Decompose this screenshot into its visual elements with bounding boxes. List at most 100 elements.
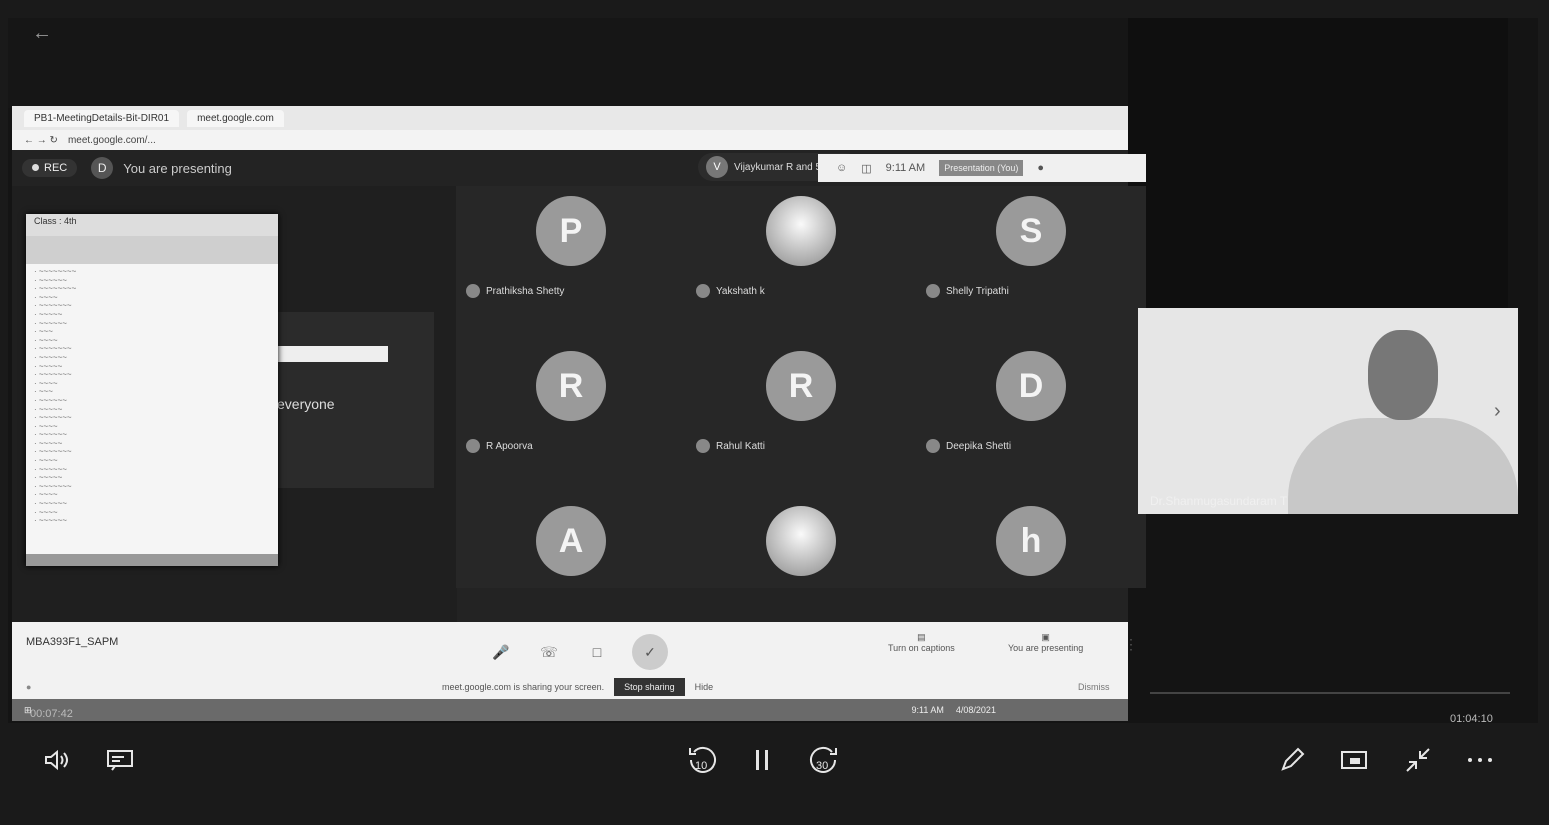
captions-label: Turn on captions	[888, 643, 955, 653]
minimize-icon[interactable]	[1398, 740, 1438, 780]
address-text: meet.google.com/...	[67, 134, 156, 146]
participant-tile: D Deepika Shetti	[916, 341, 1146, 496]
participant-avatar: P	[536, 196, 606, 266]
document-list: · ~~~~~~~~ · ~~~~~~ · ~~~~~~~~ · ~~~~ · ~~~~…	[34, 267, 77, 526]
presenter-avatar: D	[91, 157, 114, 179]
chat-icon[interactable]: ◫	[861, 162, 871, 175]
shared-everyone-text: everyone	[277, 396, 335, 412]
os-taskbar: ⊞ 9:11 AM 4/08/2021	[12, 699, 1128, 721]
mic-off-icon	[696, 284, 710, 298]
participant-tile: R R Apoorva	[456, 341, 686, 496]
more-icon[interactable]	[1460, 740, 1500, 780]
participant-photo	[766, 506, 836, 576]
mic-off-icon	[696, 439, 710, 453]
captions-button[interactable]: ▤ Turn on captions	[888, 632, 955, 653]
camera-icon[interactable]: □	[584, 639, 610, 665]
pause-icon[interactable]	[742, 740, 782, 780]
recorded-screen: ← PB1-MeetingDetails-Bit-DIR01 meet.goog…	[8, 18, 1538, 723]
participant-photo	[766, 196, 836, 266]
subtitles-icon[interactable]	[100, 740, 140, 780]
present-button[interactable]: ▣ You are presenting	[1008, 632, 1083, 653]
participant-tile: A	[456, 496, 686, 588]
participant-tile: P Prathiksha Shetty	[456, 186, 686, 341]
meeting-code[interactable]: MBA393F1_SAPM	[26, 636, 118, 648]
meet-header: REC D You are presenting V Vijaykumar R …	[12, 150, 1146, 186]
mic-off-icon	[466, 284, 480, 298]
rewind-label: 10	[695, 760, 707, 772]
progress-bar[interactable]	[1150, 692, 1510, 694]
share-banner: meet.google.com is sharing your screen. …	[442, 678, 713, 696]
captions-icon: ▤	[917, 632, 926, 642]
participant-tile	[686, 496, 916, 588]
document-title: Class : 4th	[26, 214, 278, 236]
top-dark-band	[8, 18, 1128, 108]
document-window: Class : 4th · ~~~~~~~~ · ~~~~~~ · ~~~~~~~~…	[26, 214, 278, 566]
pen-icon[interactable]	[1272, 740, 1312, 780]
hide-button[interactable]: Hide	[695, 682, 714, 692]
participant-label: Prathiksha Shetty	[466, 284, 564, 298]
forward-30-icon[interactable]: 30	[804, 740, 844, 780]
present-icon: ▣	[1041, 632, 1050, 642]
speaker-head	[1368, 330, 1438, 420]
participant-avatar: R	[766, 351, 836, 421]
right-dark-panel	[1128, 18, 1508, 308]
stop-sharing-button[interactable]: Stop sharing	[614, 678, 685, 696]
participant-name: Prathiksha Shetty	[486, 285, 565, 297]
back-arrow-icon[interactable]: ←	[32, 22, 52, 45]
participant-label: Yakshath k	[696, 284, 765, 298]
total-time: 01:04:10	[1450, 713, 1493, 725]
participant-avatar: A	[536, 506, 606, 576]
present-label: You are presenting	[1008, 643, 1084, 653]
presenting-status: You are presenting	[123, 160, 232, 176]
participant-label: Deepika Shetti	[926, 439, 1011, 453]
hangup-icon[interactable]: ☏	[536, 639, 562, 665]
share-banner-text: meet.google.com is sharing your screen.	[442, 682, 605, 692]
participant-name: Shelly Tripathi	[946, 285, 1009, 297]
rec-badge: REC	[22, 159, 78, 177]
mic-off-icon	[466, 439, 480, 453]
header-right-controls: ☺ ◫ 9:11 AM Presentation (You) ●	[818, 154, 1146, 182]
participant-name: Yakshath k	[716, 285, 765, 297]
participant-avatar: h	[996, 506, 1066, 576]
nav-arrows-icon[interactable]: ← → ↻	[24, 135, 58, 146]
notification-text: ●	[26, 682, 32, 692]
participant-avatar: R	[536, 351, 606, 421]
document-header	[26, 236, 278, 264]
shared-screen-area: everyone Class : 4th · ~~~~~~~~ · ~~~~~~ ·…	[12, 186, 457, 622]
participant-avatar: D	[996, 351, 1066, 421]
participant-grid: P Prathiksha Shetty Yakshath k S Shelly …	[456, 186, 1146, 588]
rec-label: REC	[44, 162, 68, 174]
participant-tile: R Rahul Katti	[686, 341, 916, 496]
browser-tabbar: PB1-MeetingDetails-Bit-DIR01 meet.google…	[12, 106, 1128, 130]
speaker-body	[1288, 418, 1518, 514]
participant-tile: Yakshath k	[686, 186, 916, 341]
browser-tab-2[interactable]: meet.google.com	[187, 109, 284, 127]
browser-tab-1[interactable]: PB1-MeetingDetails-Bit-DIR01	[24, 109, 180, 127]
people-icon[interactable]: ☺	[836, 162, 847, 174]
participant-tile: S Shelly Tripathi	[916, 186, 1146, 341]
meet-window: REC D You are presenting V Vijaykumar R …	[12, 150, 1146, 721]
dismiss-button[interactable]: Dismiss	[1078, 682, 1110, 692]
mic-off-icon	[926, 284, 940, 298]
volume-icon[interactable]	[38, 740, 78, 780]
participant-tile: h	[916, 496, 1146, 588]
presentation-badge[interactable]: Presentation (You)	[939, 160, 1024, 176]
mic-icon[interactable]: 🎤	[488, 639, 514, 665]
document-footer	[26, 554, 278, 566]
participant-label: Rahul Katti	[696, 439, 765, 453]
chevron-right-icon[interactable]: ›	[1494, 400, 1501, 423]
participant-name: Rahul Katti	[716, 440, 765, 452]
address-bar[interactable]: ← → ↻ meet.google.com/...	[12, 130, 1128, 150]
elapsed-time: 00:07:42	[30, 708, 73, 720]
rewind-10-icon[interactable]: 10	[682, 740, 722, 780]
more-options-icon[interactable]: ⋮	[1124, 636, 1138, 653]
participant-label: Shelly Tripathi	[926, 284, 1009, 298]
participant-name: R Apoorva	[486, 440, 533, 452]
cast-icon[interactable]	[1334, 740, 1374, 780]
taskbar-date: 4/08/2021	[955, 705, 996, 715]
participant-avatar: S	[996, 196, 1066, 266]
raise-hand-icon[interactable]: ✓	[632, 634, 668, 670]
user-avatar-icon[interactable]: ●	[1037, 162, 1044, 174]
header-time: 9:11 AM	[885, 162, 926, 174]
speaker-name: Dr.Shanmugasundaram T	[1150, 494, 1288, 508]
